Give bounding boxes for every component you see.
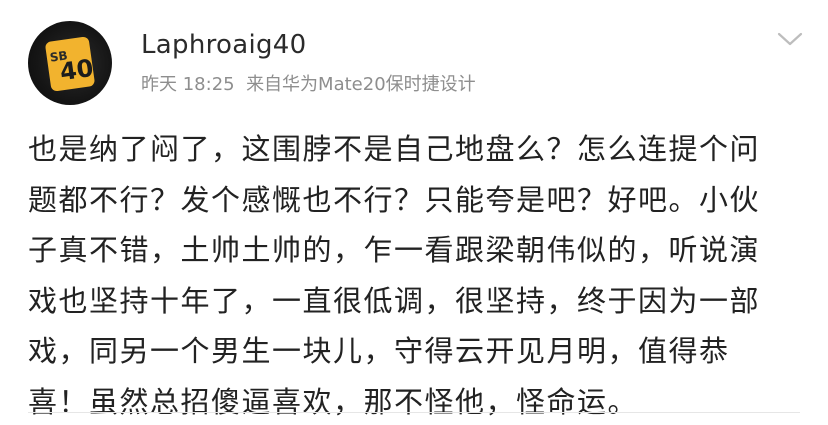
post-content: 也是纳了闷了，这围脖不是自己地盘么？怎么连提个问 题都不行？发个感慨也不行？只能… bbox=[28, 124, 800, 425]
post-text-line: 戏也坚持十年了，一直很低调，很坚持，终于因为一部 bbox=[28, 283, 761, 318]
post-text-line: 戏，同另一个男生一块儿，守得云开见月明，值得恭 bbox=[28, 334, 730, 368]
post-time: 昨天 18:25 bbox=[141, 74, 235, 95]
post-text-line: 题都不行？发个感慨也不行？只能夸是吧？好吧。小伙 bbox=[28, 182, 761, 217]
chevron-down-icon[interactable] bbox=[776, 28, 804, 50]
post-text-line: 子真不错，土帅土帅的，乍一看跟梁朝伟似的，听说演 bbox=[28, 233, 761, 267]
avatar-badge: SB 40 bbox=[44, 36, 96, 92]
weibo-post: SB 40 Laphroaig40 昨天 18:25 来自华为Mate20保时捷… bbox=[0, 0, 828, 425]
avatar-badge-number: 40 bbox=[58, 53, 96, 87]
post-text-line: 喜！虽然总招傻逼喜欢，那不怪他，怪命运。 bbox=[28, 384, 639, 419]
username[interactable]: Laphroaig40 bbox=[141, 30, 306, 60]
post-text-line: 也是纳了闷了，这围脖不是自己地盘么？怎么连提个问 bbox=[28, 132, 761, 166]
divider bbox=[28, 412, 800, 413]
post-source: 来自华为Mate20保时捷设计 bbox=[246, 74, 476, 95]
avatar[interactable]: SB 40 bbox=[28, 21, 112, 105]
post-meta: 昨天 18:25 来自华为Mate20保时捷设计 bbox=[141, 70, 476, 96]
